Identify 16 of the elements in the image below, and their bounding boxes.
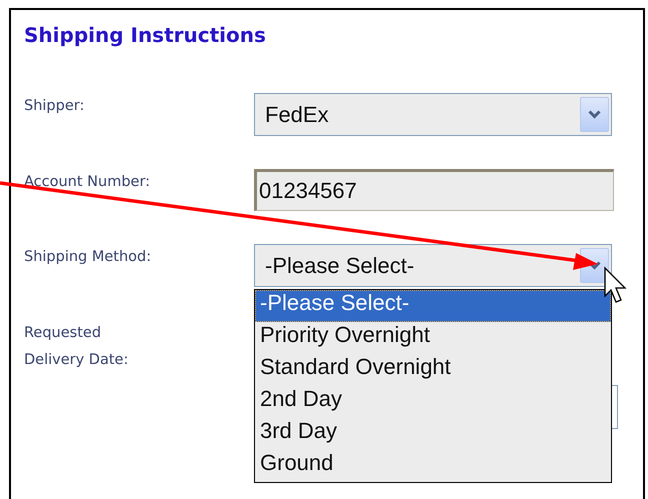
chevron-down-icon	[588, 110, 601, 119]
dropdown-option[interactable]: Ground	[255, 450, 611, 482]
section-title: Shipping Instructions	[24, 23, 266, 47]
field-label: Requested Delivery Date:	[24, 324, 128, 370]
dropdown-option[interactable]: Priority Overnight	[255, 322, 611, 354]
chevron-down-icon	[588, 261, 601, 270]
account-number-field[interactable]: 01234567	[254, 169, 614, 211]
dropdown-option[interactable]: 3rd Day	[255, 418, 611, 450]
dropdown-select[interactable]: FedEx	[254, 93, 612, 136]
field-label: Shipping Method:	[24, 248, 152, 267]
field-label: Account Number:	[24, 173, 150, 192]
dropdown-option[interactable]: 2nd Day	[255, 386, 611, 418]
dropdown-option[interactable]: -Please Select-	[255, 290, 611, 322]
dropdown-option[interactable]: Standard Overnight	[255, 354, 611, 386]
field-label: Shipper:	[24, 97, 84, 116]
dropdown-select[interactable]: -Please Select-	[254, 244, 612, 287]
